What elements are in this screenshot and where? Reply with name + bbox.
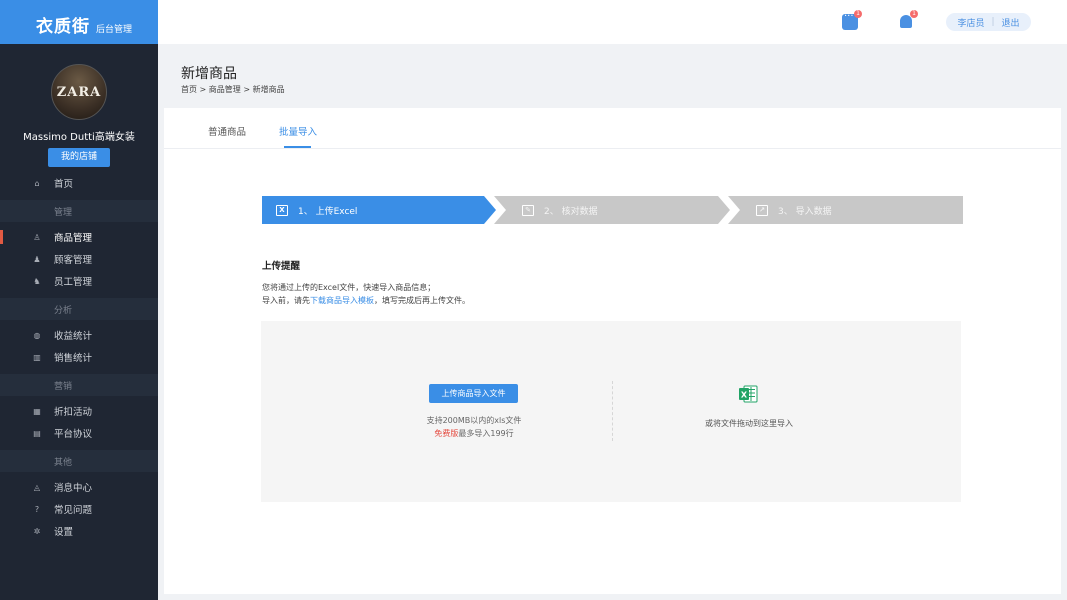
sidebar: 衣质街 后台管理 ZARA Massimo Dutti高端女装 我的店铺 ⌂ 首页…	[0, 0, 158, 600]
sidebar-item[interactable]: ♞ 员工管理	[0, 270, 158, 292]
sidebar-group-label: 管理	[0, 200, 158, 222]
page-title: 新增商品	[181, 66, 237, 82]
app-logo-name: 衣质街	[36, 17, 90, 37]
users-icon: ♞	[33, 276, 41, 286]
notification-badge: 1	[910, 10, 918, 18]
sidebar-item-label: 消息中心	[54, 483, 93, 494]
sidebar-item[interactable]: ? 常见问题	[0, 498, 158, 520]
step-label: 1、 上传Excel	[298, 206, 358, 217]
sidebar-item-label: 商品管理	[54, 233, 93, 244]
step-import-data: ↗ 3、 导入数据	[728, 196, 963, 224]
sidebar-group-label: 营销	[0, 374, 158, 396]
notification-bell-icon[interactable]: 1	[898, 10, 918, 30]
sidebar-item[interactable]: ▥ 销售统计	[0, 346, 158, 368]
question-icon: ?	[34, 504, 40, 514]
sidebar-item[interactable]: ▤ 平台协议	[0, 422, 158, 444]
active-tab-indicator	[284, 146, 311, 148]
sidebar-item[interactable]: ♟ 顾客管理	[0, 248, 158, 270]
sidebar-item[interactable]: ✲ 设置	[0, 520, 158, 542]
sidebar-item[interactable]: ◍ 收益统计	[0, 324, 158, 346]
sidebar-item[interactable]: ⌂ 首页	[0, 172, 158, 194]
row-limit-text: 最多导入199行	[458, 429, 514, 438]
shop-profile: ZARA Massimo Dutti高端女装 我的店铺	[0, 44, 158, 172]
sidebar-item-label: 首页	[54, 179, 74, 190]
edit-step-icon: ✎	[522, 204, 534, 216]
breadcrumb: 首页 > 商品管理 > 新增商品	[181, 85, 285, 94]
gift-icon: ▦	[33, 406, 41, 416]
tab-normal-product[interactable]: 普通商品	[208, 124, 246, 138]
tab-bar: 普通商品 批量导入	[164, 108, 1061, 149]
money-bag-icon: ◍	[33, 330, 41, 340]
logout-link[interactable]: 退出	[1002, 16, 1020, 29]
import-steps: X 1、 上传Excel ✎ 2、 核对数据 ↗ 3、 导入数据	[262, 196, 963, 224]
bell-icon: ◬	[33, 482, 41, 492]
app-logo-subtitle: 后台管理	[96, 25, 133, 35]
upload-row-limit-hint: 免费版最多导入199行	[261, 428, 687, 439]
tips-line-2: 导入前，请先下载商品导入模板，填写完成后再上传文件。	[262, 295, 470, 306]
user-pill: 李店员 | 退出	[946, 13, 1031, 31]
shirt-icon: ♙	[33, 232, 41, 242]
tips-line-2-prefix: 导入前，请先	[262, 296, 310, 305]
sidebar-item[interactable]: ◬ 消息中心	[0, 476, 158, 498]
topbar: 1 1 李店员 | 退出	[158, 0, 1067, 44]
step-label: 3、 导入数据	[778, 206, 832, 217]
image-step-icon: ↗	[756, 204, 768, 216]
drag-drop-hint: 或将文件拖动到这里导入	[705, 419, 793, 428]
gear-icon: ✲	[33, 526, 41, 536]
excel-file-icon: X	[739, 385, 758, 403]
step-upload-excel: X 1、 上传Excel	[262, 196, 496, 224]
shop-name: Massimo Dutti高端女装	[23, 132, 135, 143]
sidebar-item[interactable]: ♙ 商品管理	[0, 226, 158, 248]
bell-shape	[900, 15, 912, 28]
sidebar-item-label: 设置	[54, 527, 74, 538]
step-label: 2、 核对数据	[544, 206, 598, 217]
tips-title: 上传提醒	[262, 261, 301, 272]
my-shop-button[interactable]: 我的店铺	[48, 148, 110, 167]
step-check-data: ✎ 2、 核对数据	[494, 196, 730, 224]
sidebar-item-label: 销售统计	[54, 353, 93, 364]
sidebar-item-label: 收益统计	[54, 331, 93, 342]
sidebar-item-label: 顾客管理	[54, 255, 93, 266]
download-template-link[interactable]: 下载商品导入模板	[310, 296, 374, 305]
upload-file-button[interactable]: 上传商品导入文件	[429, 384, 518, 403]
user-pill-divider: |	[991, 17, 995, 27]
free-version-label: 免费版	[434, 429, 459, 438]
svg-text:X: X	[741, 391, 748, 400]
upload-dropzone[interactable]: 上传商品导入文件 支持200MB以内的xls文件 免费版最多导入199行 X 或…	[261, 321, 961, 502]
tab-batch-import[interactable]: 批量导入	[279, 124, 317, 138]
sidebar-item-label: 平台协议	[54, 429, 93, 440]
avatar-text: ZARA	[56, 84, 102, 100]
shop-avatar: ZARA	[51, 64, 107, 120]
sidebar-group-label: 其他	[0, 450, 158, 472]
user-name-link[interactable]: 李店员	[957, 16, 984, 29]
home-icon: ⌂	[34, 178, 40, 188]
sidebar-menu: ⌂ 首页管理 ♙ 商品管理 ♟ 顾客管理 ♞ 员工管理分析 ◍ 收益统计 ▥ 销售统计营销 ▦ 折扣活动 ▤…	[0, 172, 158, 542]
tips-line-1: 您将通过上传的Excel文件，快速导入商品信息；	[262, 283, 436, 292]
upload-size-hint: 支持200MB以内的xls文件	[426, 416, 522, 425]
document-icon: ▤	[33, 428, 41, 438]
sidebar-group-label: 分析	[0, 298, 158, 320]
message-icon[interactable]: 1	[842, 10, 862, 30]
tips-line-2-suffix: ，填写完成后再上传文件。	[374, 296, 470, 305]
sidebar-item-label: 员工管理	[54, 277, 93, 288]
message-badge: 1	[854, 10, 862, 18]
brand-header: 衣质街 后台管理	[0, 0, 158, 44]
upload-divider	[612, 381, 613, 441]
bar-chart-icon: ▥	[33, 352, 41, 362]
content-card: 普通商品 批量导入 X 1、 上传Excel ✎ 2、 核对数据 ↗ 3、 导入…	[164, 108, 1061, 594]
user-icon: ♟	[33, 254, 41, 264]
sidebar-item-label: 常见问题	[54, 505, 93, 516]
sidebar-item[interactable]: ▦ 折扣活动	[0, 400, 158, 422]
excel-step-icon: X	[276, 204, 288, 216]
sidebar-item-label: 折扣活动	[54, 407, 93, 418]
